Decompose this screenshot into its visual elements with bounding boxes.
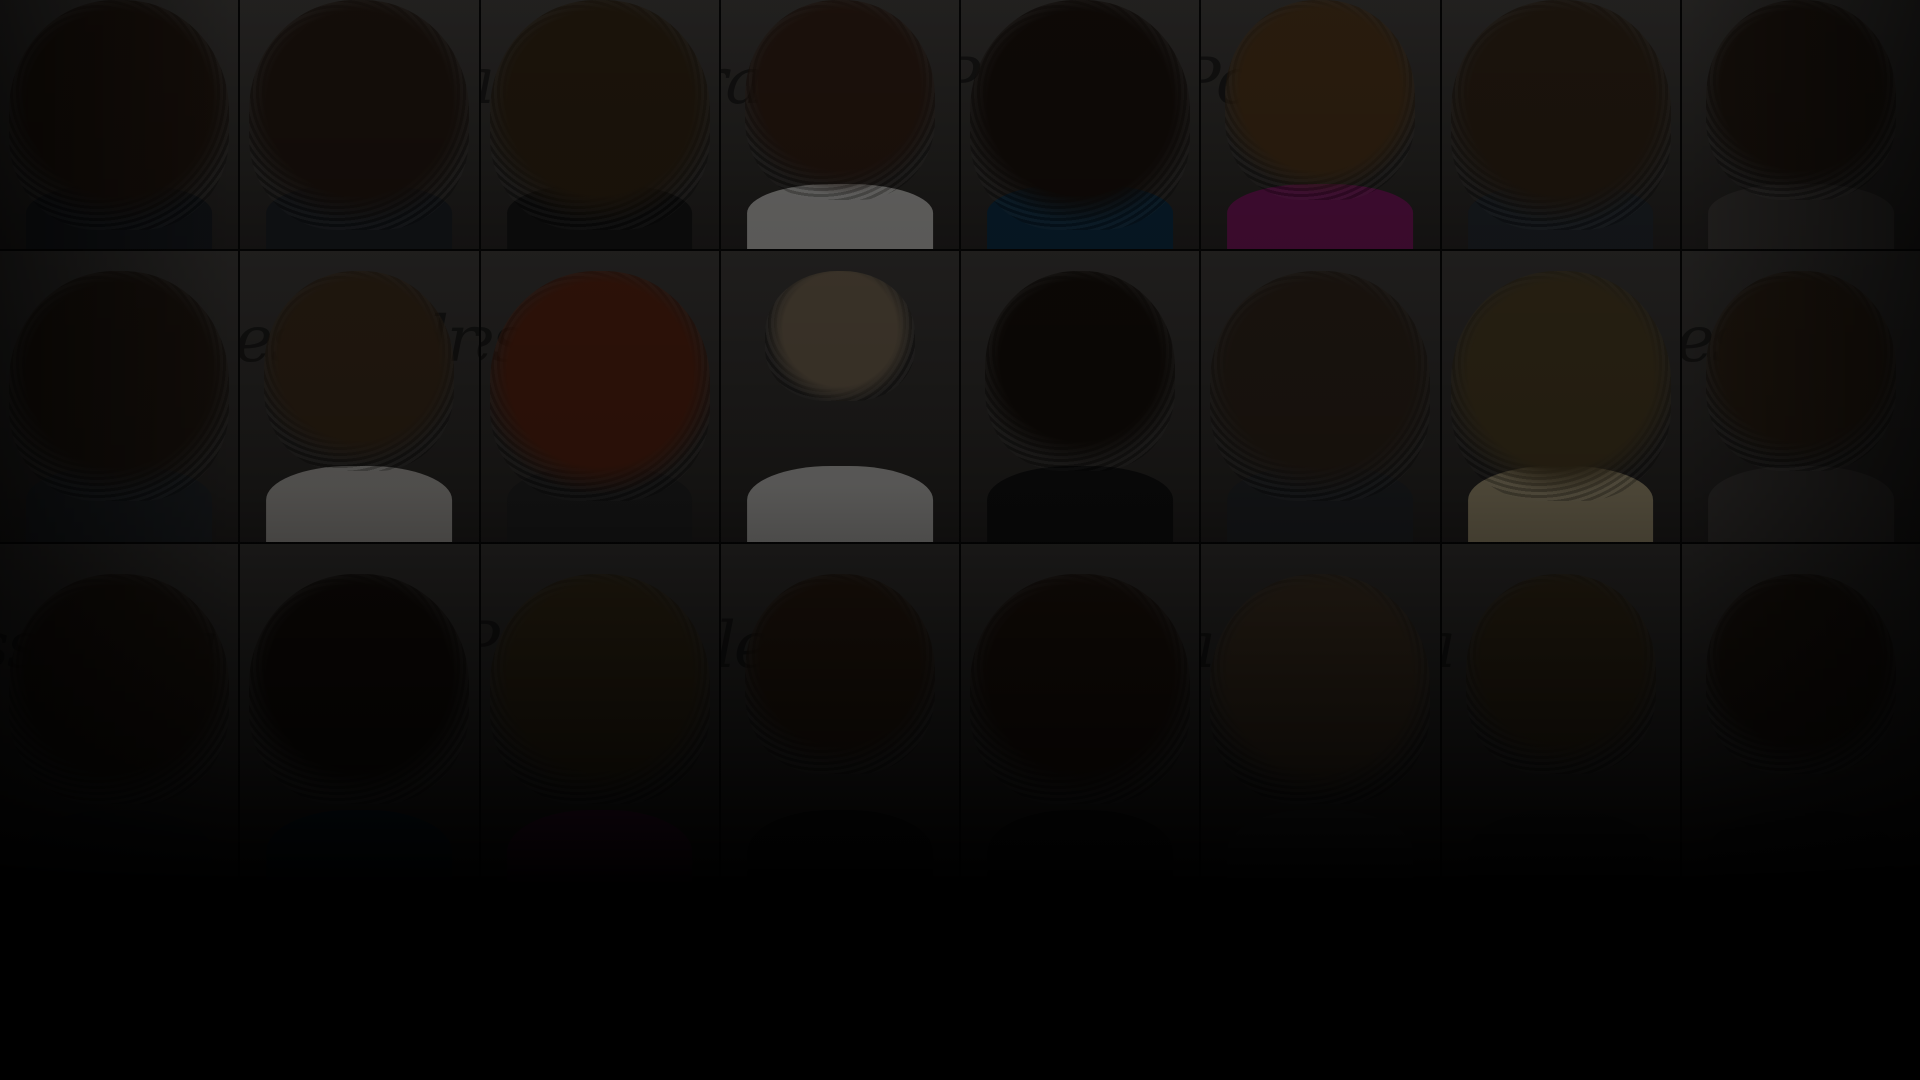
curly-hair [489,0,710,230]
curly-hair [9,0,230,230]
person-shirt [1707,810,1894,904]
curly-hair [1465,574,1656,774]
curly-hair [1450,0,1671,230]
curly-hair [249,0,470,230]
hair-photo-tile [1681,544,1920,904]
curly-hair [744,0,935,200]
hair-photo-tile: lessandra [240,251,479,542]
curly-hair [1705,0,1896,200]
hair-photo-tile: a [1441,544,1680,904]
curly-hair [9,271,230,501]
curly-hair [1450,271,1671,501]
hair-photo-tile: lless [720,544,959,904]
curly-hair [1210,271,1431,501]
hair-photo-tile: ra [720,0,959,249]
curly-hair [9,574,230,804]
hair-photo-tile [0,0,239,249]
hair-photo-tile [240,0,479,249]
person-shirt [987,810,1174,904]
person-shirt [506,810,693,904]
curly-hair [489,574,710,804]
hair-photo-tile [961,251,1200,542]
hair-photo-tile [0,251,239,542]
hair-photo-tile [1201,251,1440,542]
person-shirt [26,810,213,904]
curly-hair [1210,574,1431,804]
curly-hair [1705,574,1896,774]
curly-hair [1225,0,1416,200]
curly-hair [264,271,455,471]
curly-hair [744,574,935,774]
hair-photo-tile [240,544,479,904]
hair-photo-tile [1441,251,1680,542]
person-shirt [987,466,1174,542]
person-shirt [266,810,453,904]
hair-photo-tile [1681,0,1920,249]
person-shirt [746,466,933,542]
hair-photo-tile [961,544,1200,904]
person-shirt [266,466,453,542]
hair-photo-mosaic: araPPolessandraessanlessassandraPllessaa [0,0,1920,904]
hair-photo-tile: essan [480,251,719,542]
curly-hair [985,271,1176,471]
hair-photo-tile: P [961,0,1200,249]
hair-photo-tile: lessa [1681,251,1920,542]
curly-hair [970,574,1191,804]
curly-hair [764,271,915,401]
hair-photo-tile [1441,0,1680,249]
hair-photo-tile: Po [1201,0,1440,249]
hair-photo-tile: P [480,544,719,904]
page-background: araPPolessandraessanlessassandraPllessaa [0,0,1920,1080]
curly-hair [1705,271,1896,471]
curly-hair [489,271,710,501]
hair-photo-tile: a [480,0,719,249]
person-shirt [1707,466,1894,542]
person-shirt [1227,810,1414,904]
person-shirt [746,810,933,904]
hair-photo-tile: a [1201,544,1440,904]
person-shirt [1467,810,1654,904]
hair-photo-tile: ssandra [0,544,239,904]
curly-hair [249,574,470,804]
hair-photo-tile [720,251,959,542]
curly-hair [970,0,1191,230]
